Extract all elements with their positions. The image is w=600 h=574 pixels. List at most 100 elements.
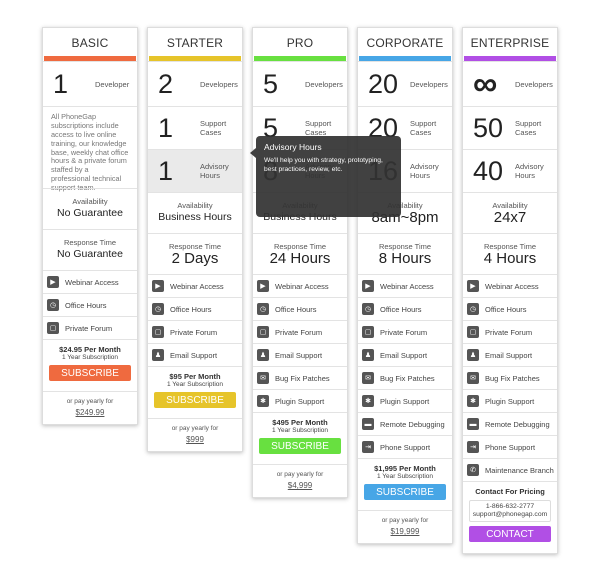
feature-item: ♟ Email Support (358, 343, 452, 366)
yearly-price-link[interactable]: $999 (148, 435, 242, 444)
email-support-icon: ♟ (467, 349, 479, 361)
envelope-icon: ✉ (362, 372, 374, 384)
yearly-price-link[interactable]: $249.99 (43, 408, 137, 417)
subscribe-button[interactable]: SUBSCRIBE (259, 438, 341, 454)
feature-label: Office Hours (485, 304, 527, 314)
availability-value: No Guarantee (57, 207, 123, 219)
price-text: $1,995 Per Month (374, 464, 436, 473)
forum-icon: ▢ (467, 326, 479, 338)
quota-number: 1 (158, 112, 174, 143)
plan-title: STARTER (166, 36, 224, 50)
feature-label: Webinar Access (65, 277, 119, 287)
subscribe-button[interactable]: SUBSCRIBE (154, 392, 236, 408)
availability-label: Availability (72, 197, 108, 206)
plan-quota-row[interactable]: 40 Advisory Hours (463, 149, 557, 192)
pricing-cell: Contact For Pricing 1-866-632-2777 suppo… (463, 481, 557, 553)
email-support-icon: ♟ (362, 349, 374, 361)
feature-label: Private Forum (380, 327, 428, 337)
plan-quota-row: 5 Developers (253, 61, 347, 106)
plan-title: PRO (286, 36, 314, 50)
feature-label: Email Support (170, 350, 218, 360)
quota-number: 40 (473, 155, 504, 186)
clock-icon: ◷ (257, 303, 269, 315)
response-time-value: 4 Hours (483, 250, 537, 267)
quota-label: Advisory Hours (515, 162, 544, 180)
plan-quota-row[interactable]: 1 Advisory Hours (148, 149, 242, 192)
feature-label: Email Support (485, 350, 533, 360)
subscribe-button[interactable]: SUBSCRIBE (49, 365, 131, 381)
feature-item: ♟ Email Support (148, 343, 242, 366)
plan-quota-row: 20 Developers (358, 61, 452, 106)
feature-item: ◷ Office Hours (358, 297, 452, 320)
feature-item: ✱ Plugin Support (463, 389, 557, 412)
feature-item: ♟ Email Support (463, 343, 557, 366)
feature-item: ▶ Webinar Access (148, 274, 242, 297)
plan-quota-row: 50 Support Cases (463, 106, 557, 149)
availability-value: Business Hours (158, 211, 232, 223)
plugin-icon: ✱ (362, 395, 374, 407)
clock-icon: ◷ (47, 299, 59, 311)
tooltip-title: Advisory Hours (264, 142, 322, 152)
feature-item: ◷ Office Hours (253, 297, 347, 320)
feature-label: Private Forum (170, 327, 218, 337)
feature-label: Plugin Support (275, 396, 325, 406)
feature-item: ✱ Plugin Support (358, 389, 452, 412)
feature-label: Office Hours (170, 304, 212, 314)
feature-label: Plugin Support (380, 396, 430, 406)
subscription-term: 1 Year Subscription (61, 354, 118, 361)
feature-label: Maintenance Branch (485, 465, 554, 475)
response-time-cell: Response Time No Guarantee (43, 229, 137, 270)
quota-number: 1 (158, 155, 174, 186)
feature-item: ✆ Maintenance Branch (463, 458, 557, 481)
feature-item: ⇥ Phone Support (358, 435, 452, 458)
plan-enterprise: ENTERPRISE ∞ Developers 50 Support Cases… (462, 27, 558, 554)
forum-icon: ▢ (362, 326, 374, 338)
feature-label: Bug Fix Patches (275, 373, 330, 383)
feature-item: ▬ Remote Debugging (463, 412, 557, 435)
yearly-text: or pay yearly for (276, 471, 324, 478)
feature-label: Private Forum (65, 323, 113, 333)
feature-label: Private Forum (275, 327, 323, 337)
quota-label: Advisory Hours (200, 162, 229, 180)
price-text: $95 Per Month (169, 372, 221, 381)
phone-icon: ✆ (467, 464, 479, 476)
yearly-price-link[interactable]: $19,999 (358, 527, 452, 536)
price-text: Contact For Pricing (475, 487, 545, 496)
yearly-price-link[interactable]: $4,999 (253, 481, 347, 490)
pricing-cell: $24.95 Per Month 1 Year Subscription SUB… (43, 339, 137, 391)
feature-item: ▢ Private Forum (148, 320, 242, 343)
contact-button[interactable]: CONTACT (469, 526, 551, 542)
quota-label: Developers (410, 79, 448, 89)
response-time-cell: Response Time 8 Hours (358, 233, 452, 274)
debug-icon: ▬ (467, 418, 479, 430)
plan-quota-row: 2 Developers (148, 61, 242, 106)
plan-title: BASIC (71, 36, 109, 50)
advisory-hours-tooltip: Advisory Hours We'll help you with strat… (250, 136, 401, 217)
email-support-icon: ♟ (257, 349, 269, 361)
clock-icon: ◷ (152, 303, 164, 315)
response-time-value: No Guarantee (57, 248, 123, 260)
subscription-term: 1 Year Subscription (166, 381, 223, 388)
yearly-text: or pay yearly for (66, 398, 114, 405)
subscription-term: 1 Year Subscription (271, 427, 328, 434)
feature-item: ✉ Bug Fix Patches (463, 366, 557, 389)
response-time-value: 24 Hours (269, 250, 331, 267)
plugin-icon: ✱ (467, 395, 479, 407)
feature-label: Remote Debugging (380, 419, 445, 429)
response-time-label: Response Time (63, 238, 117, 247)
envelope-icon: ✉ (257, 372, 269, 384)
quota-number: 50 (473, 112, 504, 143)
envelope-icon: ✉ (467, 372, 479, 384)
quota-label: Developer (95, 79, 130, 89)
contact-email: support@phonegap.com (472, 511, 548, 519)
clock-icon: ◷ (467, 303, 479, 315)
subscribe-button[interactable]: SUBSCRIBE (364, 484, 446, 500)
feature-item: ▬ Remote Debugging (358, 412, 452, 435)
plugin-icon: ✱ (257, 395, 269, 407)
tooltip-arrow (250, 148, 256, 158)
webinar-icon: ▶ (362, 280, 374, 292)
quota-label: Developers (515, 79, 553, 89)
feature-label: Remote Debugging (485, 419, 550, 429)
pricing-cell: $495 Per Month 1 Year Subscription SUBSC… (253, 412, 347, 464)
plan-title: ENTERPRISE (470, 36, 550, 50)
